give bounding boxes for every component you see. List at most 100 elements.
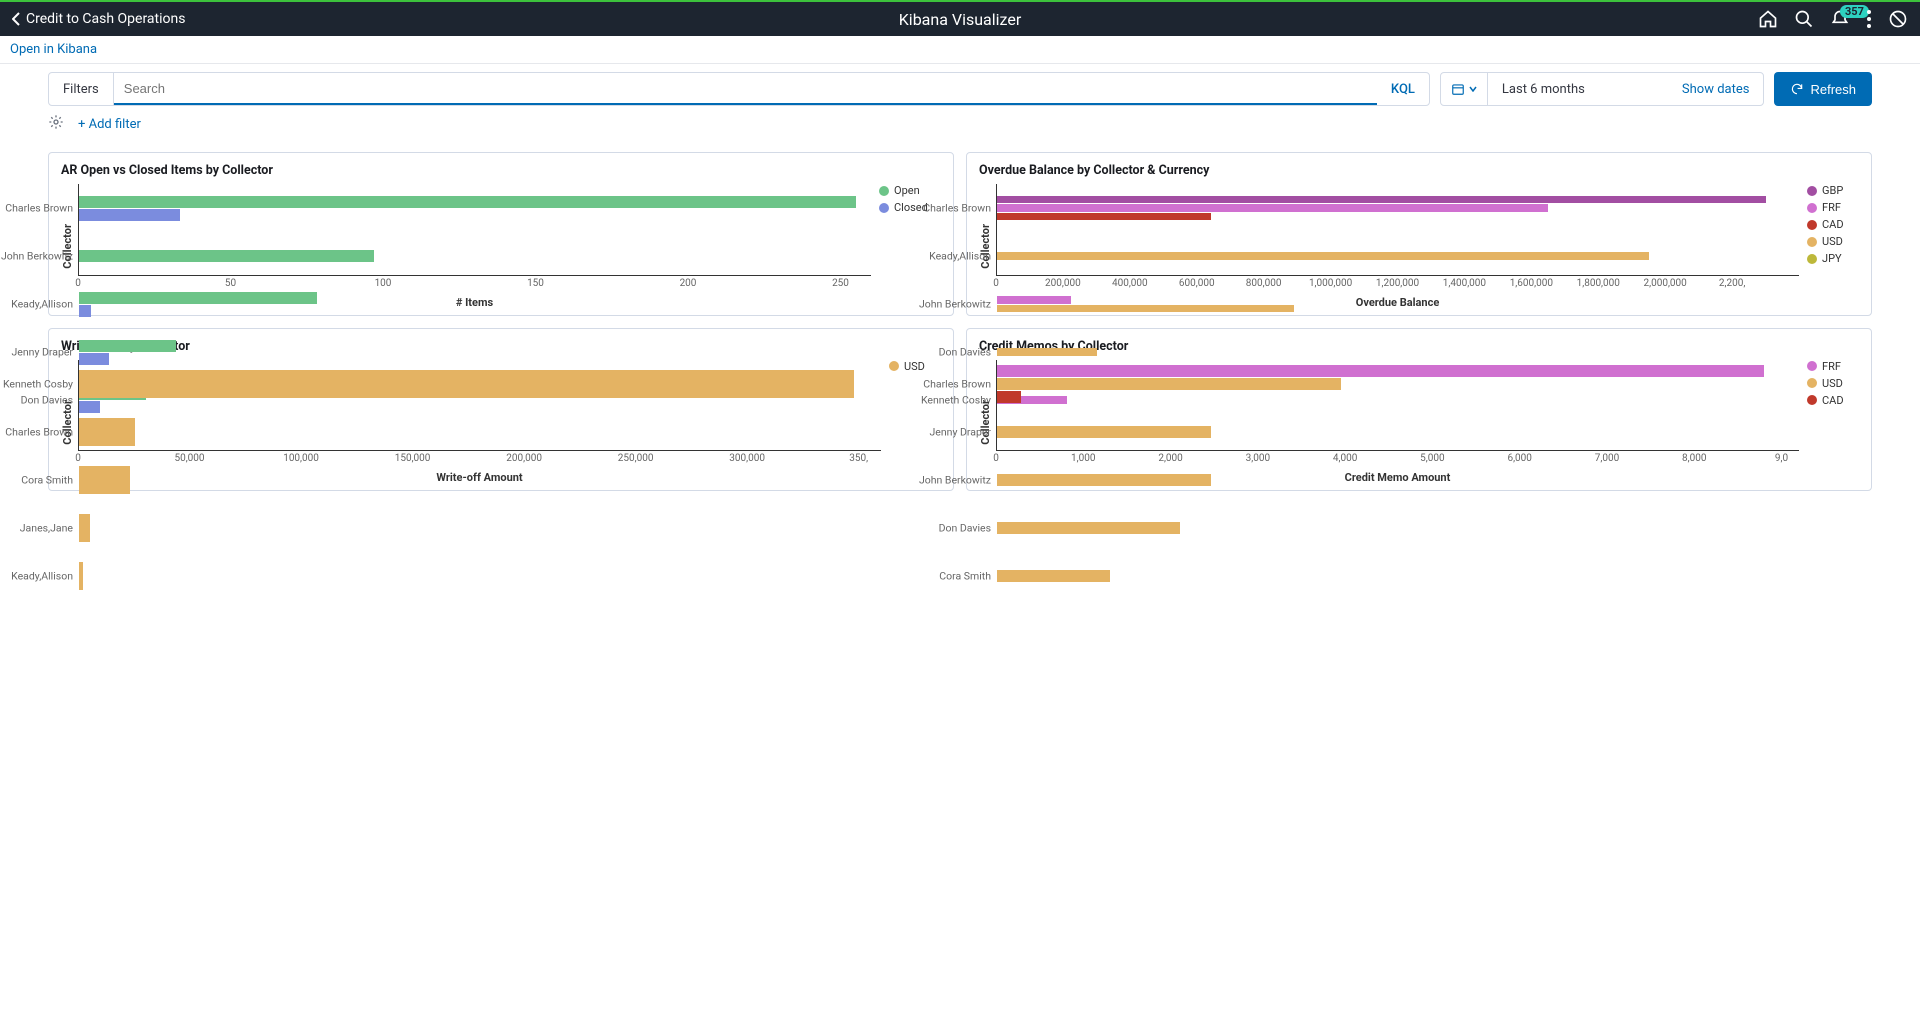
panel-ar-title: AR Open vs Closed Items by Collector [61, 163, 941, 178]
legend-item[interactable]: USD [1807, 377, 1859, 390]
show-dates-link[interactable]: Show dates [1668, 82, 1764, 97]
legend-swatch [1807, 220, 1817, 230]
panel-credit-legend: FRF USD CAD [1799, 360, 1859, 485]
date-picker: Last 6 months Show dates [1440, 72, 1765, 106]
chart-bar[interactable] [997, 570, 1110, 582]
date-range[interactable]: Last 6 months [1488, 82, 1668, 97]
chart-bar[interactable] [997, 522, 1180, 534]
x-tick: 1,000 [1071, 453, 1095, 464]
x-tick: 100,000 [283, 453, 319, 464]
page-title: Kibana Visualizer [899, 10, 1021, 29]
open-in-kibana-link[interactable]: Open in Kibana [10, 42, 97, 57]
back-label: Credit to Cash Operations [26, 11, 185, 27]
panel-credit-plot: Charles BrownJenny DraperJohn BerkowitzD… [996, 360, 1799, 452]
chart-bar[interactable] [79, 370, 854, 398]
search-icon[interactable] [1794, 9, 1814, 29]
x-tick: 350, [849, 453, 868, 464]
category-label: Charles Brown [923, 377, 997, 390]
notifications-badge: 357 [1840, 5, 1869, 18]
x-tick: 150,000 [395, 453, 431, 464]
chart-bar[interactable] [79, 305, 91, 317]
calendar-button[interactable] [1441, 73, 1488, 105]
chart-bar[interactable] [997, 252, 1649, 260]
refresh-label: Refresh [1810, 82, 1856, 97]
panel-overdue: Overdue Balance by Collector & Currency … [966, 152, 1872, 316]
back-button[interactable]: Credit to Cash Operations [12, 11, 185, 27]
chart-bar[interactable] [79, 466, 130, 494]
chart-bar[interactable] [79, 340, 176, 352]
category-label: Jenny Draper [11, 346, 79, 359]
block-icon[interactable] [1888, 9, 1908, 29]
category-label: Charles Brown [923, 202, 997, 215]
filter-settings-button[interactable] [48, 114, 64, 134]
home-icon[interactable] [1758, 9, 1778, 29]
x-tick: 300,000 [729, 453, 765, 464]
chart-bar[interactable] [79, 196, 856, 208]
x-tick: 4,000 [1333, 453, 1357, 464]
chart-bar[interactable] [997, 474, 1211, 486]
legend-swatch [1807, 395, 1817, 405]
chart-bar[interactable] [79, 209, 180, 221]
legend-item[interactable]: FRF [1807, 201, 1859, 214]
x-tick: 50 [225, 278, 236, 289]
category-label: Charles Brown [5, 425, 79, 438]
legend-swatch [1807, 378, 1817, 388]
legend-item[interactable]: CAD [1807, 218, 1859, 231]
category-label: John Berkowitz [919, 298, 997, 311]
category-label: Charles Brown [5, 202, 79, 215]
legend-item[interactable]: USD [889, 360, 941, 373]
add-filter-link[interactable]: + Add filter [78, 117, 141, 132]
panel-overdue-xaxis: 0200,000400,000600,000800,0001,000,0001,… [996, 278, 1799, 294]
legend-item[interactable]: JPY [1807, 252, 1859, 265]
category-label: Kenneth Cosby [3, 377, 79, 390]
x-tick: 2,000 [1158, 453, 1182, 464]
category-label: Don Davies [939, 346, 997, 359]
dashboard-grid: AR Open vs Closed Items by Collector Col… [0, 144, 1920, 511]
x-tick: 400,000 [1112, 278, 1148, 289]
x-tick: 150 [527, 278, 544, 289]
chart-bar[interactable] [997, 391, 1021, 403]
legend-swatch [1807, 361, 1817, 371]
legend-item[interactable]: CAD [1807, 394, 1859, 407]
category-label: Keady,Allison [11, 298, 79, 311]
legend-item[interactable]: GBP [1807, 184, 1859, 197]
chart-bar[interactable] [997, 305, 1294, 313]
chart-bar[interactable] [997, 204, 1548, 212]
more-icon[interactable] [1866, 9, 1872, 29]
legend-item[interactable]: USD [1807, 235, 1859, 248]
x-tick: 1,400,000 [1443, 278, 1486, 289]
x-tick: 9,0 [1775, 453, 1788, 464]
search-input[interactable] [114, 73, 1377, 105]
chart-bar[interactable] [997, 348, 1097, 356]
category-label: John Berkowitz [919, 473, 997, 486]
chart-bar[interactable] [79, 418, 135, 446]
x-tick: 50,000 [174, 453, 204, 464]
filter-bar: Filters KQL Last 6 months Show dates Ref… [0, 64, 1920, 114]
category-label: Cora Smith [21, 473, 79, 486]
legend-swatch [879, 203, 889, 213]
chart-bar[interactable] [79, 250, 374, 262]
refresh-button[interactable]: Refresh [1774, 72, 1872, 106]
chart-bar[interactable] [79, 514, 90, 542]
x-tick: 3,000 [1246, 453, 1270, 464]
panel-writeoff-xaxis: 050,000100,000150,000200,000250,000300,0… [78, 453, 881, 469]
legend-item[interactable]: FRF [1807, 360, 1859, 373]
chart-bar[interactable] [997, 365, 1764, 377]
panel-credit-xaxis: 01,0002,0003,0004,0005,0006,0007,0008,00… [996, 453, 1799, 469]
chart-bar[interactable] [997, 426, 1211, 438]
chart-bar[interactable] [997, 296, 1071, 304]
chart-bar[interactable] [79, 562, 83, 590]
chart-bar[interactable] [997, 378, 1341, 390]
x-tick: 7,000 [1595, 453, 1619, 464]
notifications-icon[interactable]: 357 [1830, 9, 1850, 29]
x-tick: 0 [75, 453, 81, 464]
add-filter-row: + Add filter [0, 114, 1920, 144]
chart-bar[interactable] [997, 213, 1211, 221]
kql-toggle[interactable]: KQL [1377, 73, 1429, 105]
x-tick: 5,000 [1420, 453, 1444, 464]
legend-item[interactable]: Open [879, 184, 941, 197]
x-tick: 600,000 [1179, 278, 1215, 289]
chart-bar[interactable] [997, 196, 1766, 204]
x-tick: 1,600,000 [1510, 278, 1553, 289]
x-tick: 200,000 [506, 453, 542, 464]
